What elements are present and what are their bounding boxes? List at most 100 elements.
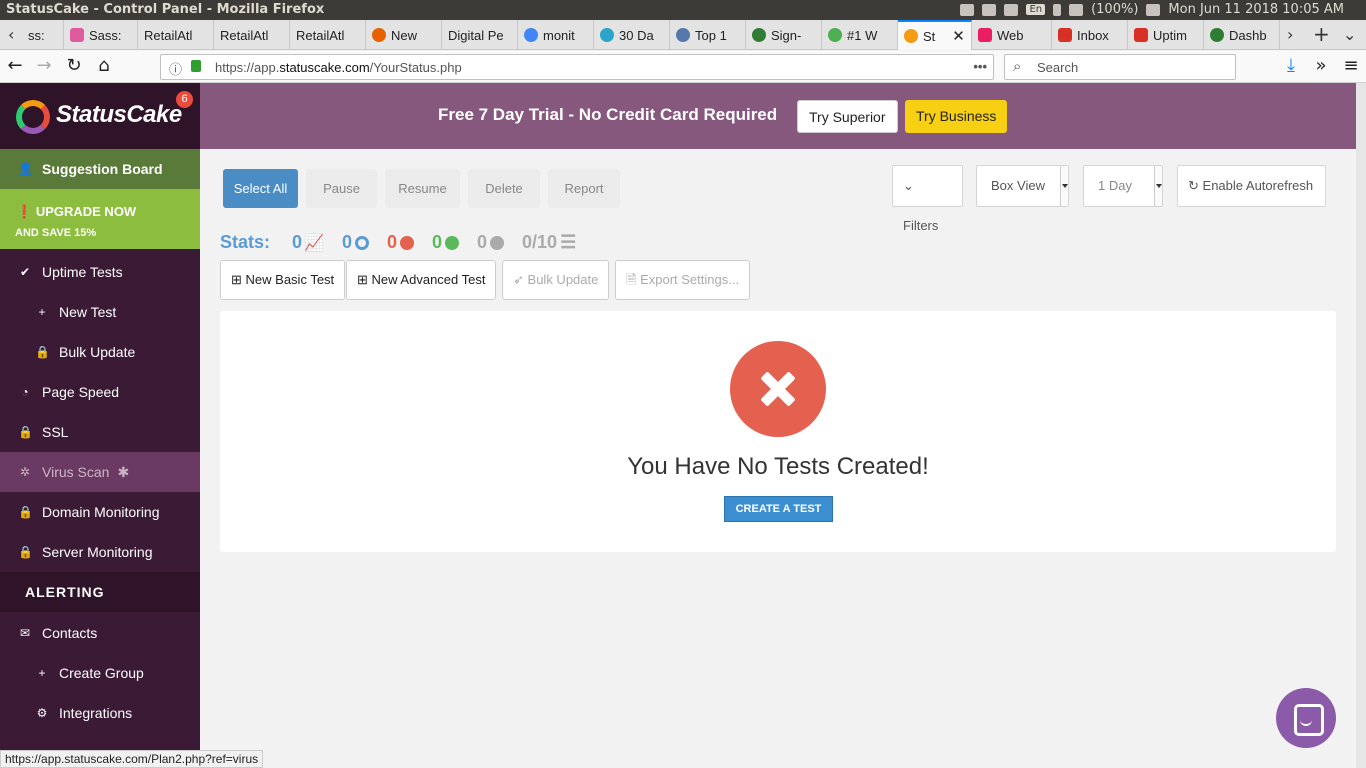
browser-tab-active[interactable]: St ✕ <box>898 20 972 50</box>
browser-tab[interactable]: New <box>366 20 442 50</box>
keyboard-lang[interactable]: En <box>1026 4 1046 15</box>
overflow-icon[interactable]: » <box>1310 55 1332 76</box>
url-text[interactable]: https://app.statuscake.com/YourStatus.ph… <box>215 60 462 75</box>
create-test-button[interactable]: CREATE A TEST <box>724 496 833 522</box>
logo[interactable]: StatusCake 6 <box>0 83 200 149</box>
stat-paused[interactable]: 0 <box>477 232 505 253</box>
tabs-scroll-right-icon[interactable]: › <box>1287 25 1293 44</box>
browser-tab[interactable]: Web <box>972 20 1052 50</box>
info-icon[interactable]: ⓘ <box>169 59 182 78</box>
bulk-update-button[interactable]: ➶ Bulk Update <box>502 260 610 300</box>
dropdown-caret-icon <box>1060 166 1068 206</box>
bluetooth-icon[interactable] <box>1053 3 1062 16</box>
arrow-down-circle-icon <box>399 235 414 250</box>
chat-icon[interactable] <box>1276 688 1336 748</box>
browser-tab[interactable]: Dashb <box>1204 20 1280 50</box>
battery-icon[interactable] <box>1069 3 1084 16</box>
page-actions-icon[interactable]: ••• <box>973 59 987 74</box>
tabs-scroll-left-icon[interactable]: ‹ <box>8 25 14 44</box>
sidebar-item-create-group[interactable]: + Create Group <box>0 653 200 693</box>
sync-icon[interactable] <box>960 3 975 16</box>
upgrade-now-link[interactable]: ❗ UPGRADE NOW AND SAVE 15% <box>0 189 200 249</box>
new-advanced-test-button[interactable]: ⊞ New Advanced Test <box>346 260 497 300</box>
browser-tab[interactable]: #1 W <box>822 20 898 50</box>
new-tab-icon[interactable]: + <box>1313 22 1330 46</box>
new-star-icon: ✱ <box>117 463 130 480</box>
browser-tab[interactable]: Digital Pe <box>442 20 518 50</box>
select-all-button[interactable]: Select All <box>223 169 298 208</box>
tab-bar: ‹ ss: Sass: RetailAtl RetailAtl RetailAt… <box>0 20 1366 50</box>
sidebar-item-uptime-tests[interactable]: ✔ Uptime Tests <box>0 252 200 292</box>
stat-total[interactable]: 0 📈 <box>292 232 324 253</box>
export-settings-button[interactable]: 🗎 Export Settings... <box>615 260 751 300</box>
trial-text: Free 7 Day Trial - No Credit Card Requir… <box>438 105 778 124</box>
sidebar-item-virus-scan[interactable]: ✲ Virus Scan ✱ <box>0 452 200 492</box>
notification-badge[interactable]: 6 <box>176 91 193 108</box>
refresh-icon: ↻ <box>1188 178 1199 193</box>
browser-tab[interactable]: 30 Da <box>594 20 670 50</box>
browser-tab[interactable]: Sign- <box>746 20 822 50</box>
menu-icon[interactable]: ≡ <box>1340 55 1362 76</box>
stat-quota[interactable]: 0/10 ☰ <box>522 232 576 253</box>
window-title: StatusCake - Control Panel - Mozilla Fir… <box>6 2 325 17</box>
sidebar-item-page-speed[interactable]: ◔ Page Speed <box>0 372 200 412</box>
window-icon[interactable] <box>982 3 997 16</box>
try-superior-button[interactable]: Try Superior <box>797 100 898 133</box>
rocket-icon: ➶ <box>513 272 524 287</box>
list-icon: ☰ <box>560 232 577 252</box>
lock-icon[interactable] <box>191 60 201 72</box>
plus-circle-icon: + <box>38 666 46 680</box>
brand-name: StatusCake <box>56 101 182 128</box>
period-select[interactable]: 1 Day <box>1083 165 1163 207</box>
sidebar-item-contacts[interactable]: ✉ Contacts <box>0 613 200 653</box>
try-business-button[interactable]: Try Business <box>905 100 1008 133</box>
sidebar-item-new-test[interactable]: + New Test <box>0 292 200 332</box>
volume-icon[interactable] <box>1146 3 1161 16</box>
browser-tab[interactable]: ss: <box>22 20 64 50</box>
reload-icon[interactable]: ↻ <box>63 55 85 76</box>
browser-tab[interactable]: Uptim <box>1128 20 1204 50</box>
browser-tab[interactable]: RetailAtl <box>138 20 214 50</box>
new-basic-test-button[interactable]: ⊞ New Basic Test <box>220 260 346 300</box>
sidebar-item-server-monitoring[interactable]: 🔒 Server Monitoring <box>0 532 200 572</box>
nav-bar: ← → ↻ ⌂ ⓘ https://app.statuscake.com/You… <box>0 51 1366 83</box>
filters-button[interactable]: ⌄ Filters <box>892 165 963 233</box>
search-input[interactable]: ⌕ Search <box>1004 54 1236 80</box>
back-icon[interactable]: ← <box>4 55 26 76</box>
page-scrollbar[interactable] <box>1356 83 1366 768</box>
download-icon[interactable]: ⤓ <box>1280 55 1302 76</box>
wifi-icon[interactable] <box>1004 3 1019 16</box>
close-tab-icon[interactable]: ✕ <box>952 27 965 45</box>
report-button[interactable]: Report <box>548 169 620 208</box>
sidebar-item-domain-monitoring[interactable]: 🔒 Domain Monitoring <box>0 492 200 532</box>
browser-tab[interactable]: monit <box>518 20 594 50</box>
clock[interactable]: Mon Jun 11 2018 10:05 AM <box>1168 2 1344 17</box>
envelope-icon: ✉ <box>19 626 31 640</box>
tab-favicon-icon <box>70 28 84 42</box>
browser-tab[interactable]: Top 1 <box>670 20 746 50</box>
resume-button[interactable]: Resume <box>385 169 460 208</box>
delete-button[interactable]: Delete <box>468 169 540 208</box>
home-icon[interactable]: ⌂ <box>93 55 115 76</box>
browser-tab[interactable]: Inbox <box>1052 20 1128 50</box>
lock-icon: 🔒 <box>35 345 50 359</box>
browser-tab[interactable]: Sass: <box>64 20 138 50</box>
autorefresh-button[interactable]: ↻ Enable Autorefresh <box>1177 165 1326 207</box>
suggestion-board-link[interactable]: 👤 Suggestion Board <box>0 149 200 189</box>
sidebar-item-ssl[interactable]: 🔒 SSL <box>0 412 200 452</box>
forward-icon[interactable]: → <box>33 55 55 76</box>
target-icon <box>354 235 369 250</box>
view-select[interactable]: Box View <box>976 165 1069 207</box>
tab-favicon-icon <box>1210 28 1224 42</box>
stat-down[interactable]: 0 <box>387 232 414 253</box>
browser-tab[interactable]: RetailAtl <box>290 20 366 50</box>
browser-tab[interactable]: RetailAtl <box>214 20 290 50</box>
tab-list-icon[interactable]: ⌄ <box>1343 25 1356 44</box>
error-x-icon <box>730 341 826 437</box>
sidebar-item-bulk-update[interactable]: 🔒 Bulk Update <box>0 332 200 372</box>
stat-paused-count[interactable]: 0 <box>342 232 369 253</box>
stat-up[interactable]: 0 <box>432 232 459 253</box>
pause-button[interactable]: Pause <box>306 169 377 208</box>
sidebar-item-integrations[interactable]: ⚙ Integrations <box>0 693 200 733</box>
url-bar[interactable]: ⓘ https://app.statuscake.com/YourStatus.… <box>160 54 994 80</box>
